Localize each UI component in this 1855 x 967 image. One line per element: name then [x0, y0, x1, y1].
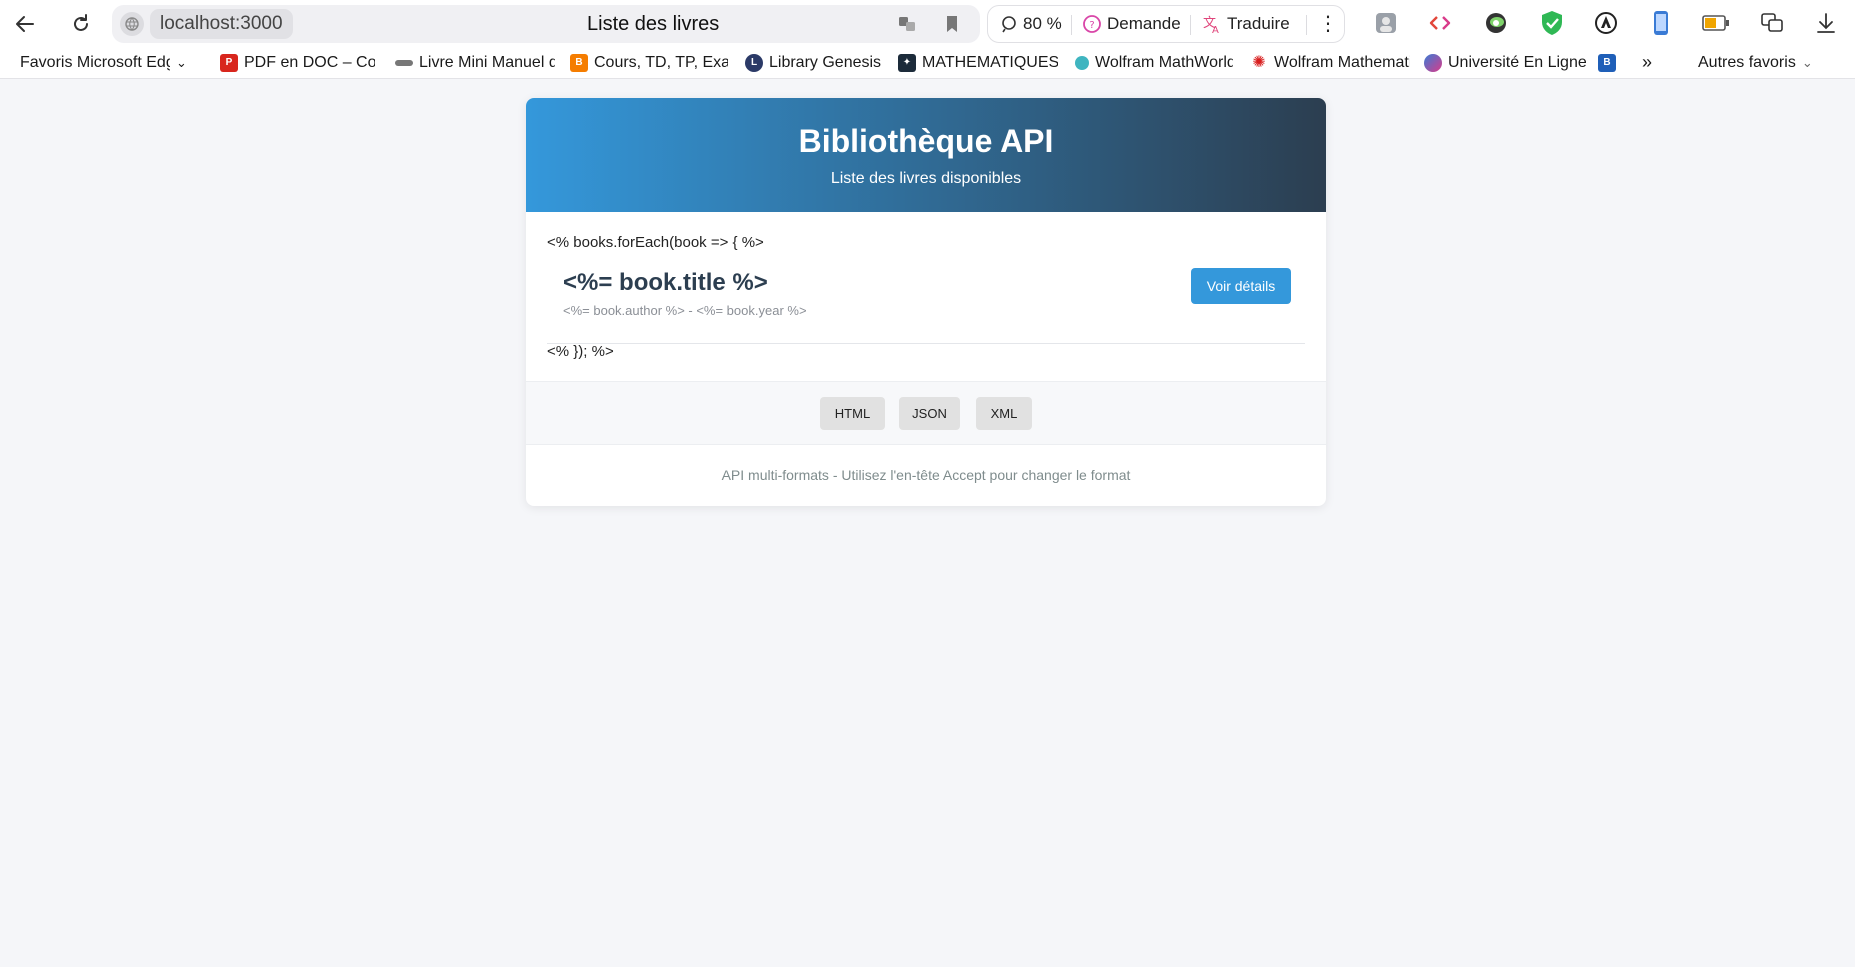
url-text[interactable]: localhost:3000: [150, 9, 293, 39]
library-genesis-icon: L: [745, 53, 763, 72]
svg-text:?: ?: [1089, 20, 1094, 31]
bookmark-icon[interactable]: [942, 14, 962, 34]
book-icon: [395, 59, 413, 66]
bookmark-livre-mini-manuel[interactable]: Livre Mini Manuel de: [395, 46, 555, 79]
translate-page-icon[interactable]: [897, 14, 917, 34]
code-extension-icon[interactable]: [1426, 9, 1454, 37]
bookmark-label: Autres favoris: [1698, 54, 1796, 71]
format-json-button[interactable]: JSON: [899, 397, 960, 430]
bookmark-label: Wolfram Mathematica: [1274, 54, 1410, 71]
bookmark-label: Favoris Microsoft Edge: [20, 54, 170, 71]
template-loop-start: <% books.forEach(book => { %>: [547, 234, 764, 251]
phone-extension-icon[interactable]: [1647, 9, 1675, 37]
zoom-value: 80 %: [1023, 14, 1062, 33]
bookmark-cours-td-tp[interactable]: B Cours, TD, TP, Examens: [570, 46, 728, 79]
format-xml-button[interactable]: XML: [976, 397, 1032, 430]
view-details-button[interactable]: Voir détails: [1191, 268, 1291, 304]
mathworld-icon: [1075, 55, 1089, 70]
card-header: Bibliothèque API Liste des livres dispon…: [526, 98, 1326, 212]
download-icon[interactable]: [1812, 9, 1840, 37]
more-vertical-icon: ⋮: [1318, 13, 1338, 35]
battery-icon[interactable]: [1702, 9, 1730, 37]
ask-label: Demande: [1107, 14, 1181, 33]
b-logo-icon: B: [1598, 53, 1616, 72]
universite-icon: [1424, 53, 1442, 72]
book-title: <%= book.title %>: [563, 269, 768, 296]
format-switcher: HTML JSON XML: [526, 381, 1326, 445]
overflow-chevron-icon: »: [1642, 52, 1653, 72]
page-title: Liste des livres: [587, 13, 720, 35]
template-loop-end: <% }); %>: [547, 343, 614, 360]
back-button[interactable]: [8, 7, 42, 41]
bookmark-label: PDF en DOC – Convertir: [244, 54, 375, 71]
back-arrow-icon: [16, 16, 34, 32]
shield-icon[interactable]: [1538, 9, 1566, 37]
other-bookmarks-folder[interactable]: Autres favoris ⌄: [1698, 46, 1838, 79]
site-info-icon[interactable]: [120, 12, 144, 36]
zoom-indicator[interactable]: 80 %: [1000, 6, 1062, 42]
translate-icon: 文A: [1203, 16, 1219, 34]
translate-label: Traduire: [1227, 14, 1290, 33]
bookmark-label: Cours, TD, TP, Examens: [594, 54, 728, 71]
browser-toolbar: localhost:3000 Liste des livres 80 % ? D…: [0, 0, 1855, 46]
bookmark-pdf-doc[interactable]: P PDF en DOC – Convertir: [220, 46, 375, 79]
bookmark-mathematiques[interactable]: ✦ MATHEMATIQUES: [898, 46, 1058, 79]
arrow-extension-icon[interactable]: [1592, 9, 1620, 37]
bookmark-label: Livre Mini Manuel de: [419, 54, 555, 71]
vpn-extension-icon[interactable]: [1482, 9, 1510, 37]
ai-chat-icon: ?: [1083, 15, 1101, 33]
card-footer: API multi-formats - Utilisez l'en-tête A…: [721, 467, 1131, 483]
pdf-doc-icon: P: [220, 53, 238, 72]
bookmarks-bar: Favoris Microsoft Edge ⌄ P PDF en DOC – …: [0, 46, 1855, 79]
chevron-down-icon: ⌄: [176, 55, 187, 70]
bookmarks-overflow-button[interactable]: »: [1642, 46, 1662, 79]
reload-button[interactable]: [64, 7, 98, 41]
bookmark-label: Library Genesis: [769, 54, 882, 71]
ask-button[interactable]: ? Demande: [1082, 6, 1181, 42]
more-options-button[interactable]: ⋮: [1318, 6, 1338, 42]
translate-button[interactable]: 文A Traduire: [1202, 6, 1290, 42]
library-card: Bibliothèque API Liste des livres dispon…: [526, 98, 1326, 506]
bookmark-label: Université En Ligne: [1448, 54, 1586, 71]
book-list: <% books.forEach(book => { %> <%= book.t…: [526, 212, 1326, 381]
blogger-icon: B: [570, 53, 588, 72]
mathematica-icon: ✺: [1252, 54, 1266, 71]
reload-icon: [74, 14, 88, 31]
bookmark-b-icon-item[interactable]: B: [1598, 46, 1620, 79]
app-subtitle: Liste des livres disponibles: [830, 170, 1022, 187]
bookmark-universite-en-ligne[interactable]: Université En Ligne: [1424, 46, 1586, 79]
bookmark-folder-favoris[interactable]: Favoris Microsoft Edge ⌄: [20, 46, 195, 79]
book-meta: <%= book.author %> - <%= book.year %>: [563, 303, 807, 318]
svg-text:A: A: [1212, 25, 1219, 34]
address-bar[interactable]: localhost:3000 Liste des livres: [112, 5, 980, 43]
format-html-button[interactable]: HTML: [820, 397, 885, 430]
assistant-toolbar: 80 % ? Demande 文A Traduire ⋮: [987, 5, 1345, 43]
bookmark-label: MATHEMATIQUES: [922, 54, 1058, 71]
chat-extension-icon[interactable]: [1758, 9, 1786, 37]
bookmark-wolfram-mathworld[interactable]: Wolfram MathWorld: [1075, 46, 1233, 79]
profile-extension-icon[interactable]: [1372, 9, 1400, 37]
bookmark-label: Wolfram MathWorld: [1095, 54, 1233, 71]
search-icon: [1002, 16, 1016, 33]
mathematiques-icon: ✦: [898, 53, 916, 72]
chevron-down-icon: ⌄: [1801, 55, 1813, 70]
app-title: Bibliothèque API: [798, 123, 1054, 159]
bookmark-wolfram-mathematica[interactable]: ✺ Wolfram Mathematica: [1250, 46, 1410, 79]
book-item: <%= book.title %> <%= book.author %> - <…: [547, 268, 1305, 344]
bookmark-library-genesis[interactable]: L Library Genesis: [745, 46, 890, 79]
